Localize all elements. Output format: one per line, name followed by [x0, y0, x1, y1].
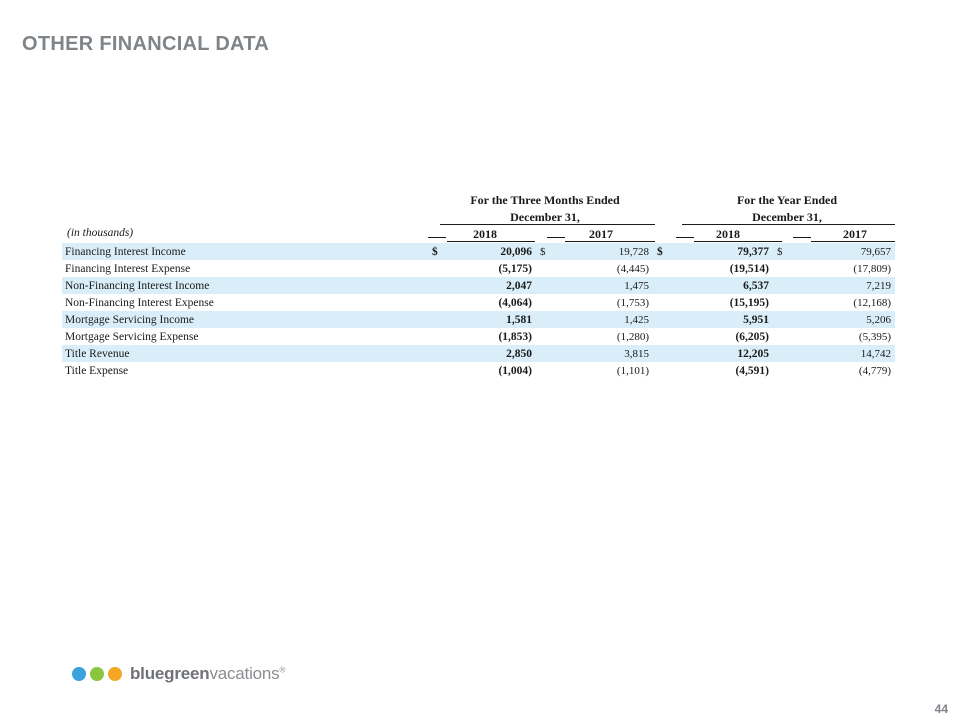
value-y-2018: 6,537: [671, 277, 773, 294]
table-row: Non-Financing Interest Income 2,047 1,47…: [62, 277, 895, 294]
column-underline: [811, 241, 895, 242]
group-header-year: For the Year Ended December 31,: [677, 192, 897, 226]
row-label: Mortgage Servicing Income: [62, 311, 428, 328]
value-y-2018: 79,377: [671, 243, 773, 260]
row-label: Mortgage Servicing Expense: [65, 330, 199, 343]
value-q-2017: 1,425: [554, 311, 653, 328]
row-label: Financing Interest Income: [62, 243, 428, 260]
page-title: OTHER FINANCIAL DATA: [22, 33, 270, 55]
value-q-2017: 3,815: [554, 345, 653, 362]
financial-data-table: Financing Interest Income $ 20,096 $ 19,…: [62, 243, 895, 379]
page-number: 44: [934, 702, 948, 716]
logo-registered-mark: ®: [279, 665, 286, 675]
bluegreen-vacations-logo: bluegreenvacations®: [72, 663, 285, 685]
row-label: Title Expense: [65, 364, 129, 377]
value-q-2017: (1,280): [616, 330, 649, 343]
value-y-2018: (6,205): [735, 330, 769, 343]
value-y-2017: 79,657: [791, 243, 895, 260]
value-q-2018: (1,004): [498, 364, 532, 377]
value-q-2018: (1,853): [498, 330, 532, 343]
value-y-2017: 7,219: [791, 277, 895, 294]
group-header-three-months-line1: For the Three Months Ended: [470, 193, 620, 207]
value-y-2018: (4,591): [735, 364, 769, 377]
value-y-2017: (12,168): [853, 296, 891, 309]
value-q-2018: 1,581: [446, 311, 536, 328]
table-row: Title Expense (1,004) (1,101) (4,591) (4…: [62, 362, 895, 379]
table-row: Mortgage Servicing Expense (1,853) (1,28…: [62, 328, 895, 345]
value-q-2018: (4,064): [498, 296, 532, 309]
row-label: Non-Financing Interest Income: [62, 277, 428, 294]
header-tick: [547, 237, 565, 238]
value-q-2017: (1,101): [616, 364, 649, 377]
value-y-2018: 5,951: [671, 311, 773, 328]
value-q-2018: 20,096: [446, 243, 536, 260]
value-q-2017: (1,753): [616, 296, 649, 309]
value-y-2018: (19,514): [729, 262, 769, 275]
value-q-2017: 19,728: [554, 243, 653, 260]
logo-text-bold: bluegreen: [130, 664, 210, 683]
table-row: Title Revenue 2,850 3,815 12,205 14,742: [62, 345, 895, 362]
value-q-2018: 2,047: [446, 277, 536, 294]
table-row: Mortgage Servicing Income 1,581 1,425 5,…: [62, 311, 895, 328]
value-q-2017: (4,445): [616, 262, 649, 275]
logo-wordmark: bluegreenvacations®: [130, 664, 285, 684]
currency-symbol: $: [653, 243, 671, 260]
table-row: Non-Financing Interest Expense (4,064) (…: [62, 294, 895, 311]
header-tick: [793, 237, 811, 238]
currency-symbol: $: [536, 243, 554, 260]
value-y-2018: 12,205: [671, 345, 773, 362]
column-header-q-2018: 2018: [473, 227, 497, 241]
column-underline: [565, 241, 655, 242]
logo-dot-orange: [108, 667, 122, 681]
column-header-y-2018: 2018: [716, 227, 740, 241]
row-label: Non-Financing Interest Expense: [65, 296, 214, 309]
value-y-2018: (15,195): [729, 296, 769, 309]
currency-symbol: $: [773, 243, 791, 260]
logo-text-light: vacations: [209, 664, 280, 683]
column-header-q-2017: 2017: [589, 227, 613, 241]
logo-dot-green: [90, 667, 104, 681]
value-q-2018: (5,175): [498, 262, 532, 275]
group-header-year-line1: For the Year Ended: [736, 193, 838, 207]
units-label: (in thousands): [67, 227, 134, 239]
logo-dot-blue: [72, 667, 86, 681]
value-y-2017: (17,809): [853, 262, 891, 275]
value-q-2018: 2,850: [446, 345, 536, 362]
table-row: Financing Interest Expense (5,175) (4,44…: [62, 260, 895, 277]
header-tick: [428, 237, 446, 238]
group-header-three-months-underline: [440, 224, 655, 225]
group-header-year-underline: [682, 224, 895, 225]
value-y-2017: 5,206: [791, 311, 895, 328]
row-label: Title Revenue: [62, 345, 428, 362]
group-header-three-months: For the Three Months Ended December 31,: [435, 192, 655, 226]
column-underline: [447, 241, 535, 242]
column-underline: [694, 241, 782, 242]
value-y-2017: (4,779): [858, 364, 891, 377]
row-label: Financing Interest Expense: [65, 262, 191, 275]
table-row: Financing Interest Income $ 20,096 $ 19,…: [62, 243, 895, 260]
header-tick: [676, 237, 694, 238]
value-y-2017: (5,395): [858, 330, 891, 343]
column-header-y-2017: 2017: [843, 227, 867, 241]
currency-symbol: $: [428, 243, 446, 260]
value-y-2017: 14,742: [791, 345, 895, 362]
value-q-2017: 1,475: [554, 277, 653, 294]
